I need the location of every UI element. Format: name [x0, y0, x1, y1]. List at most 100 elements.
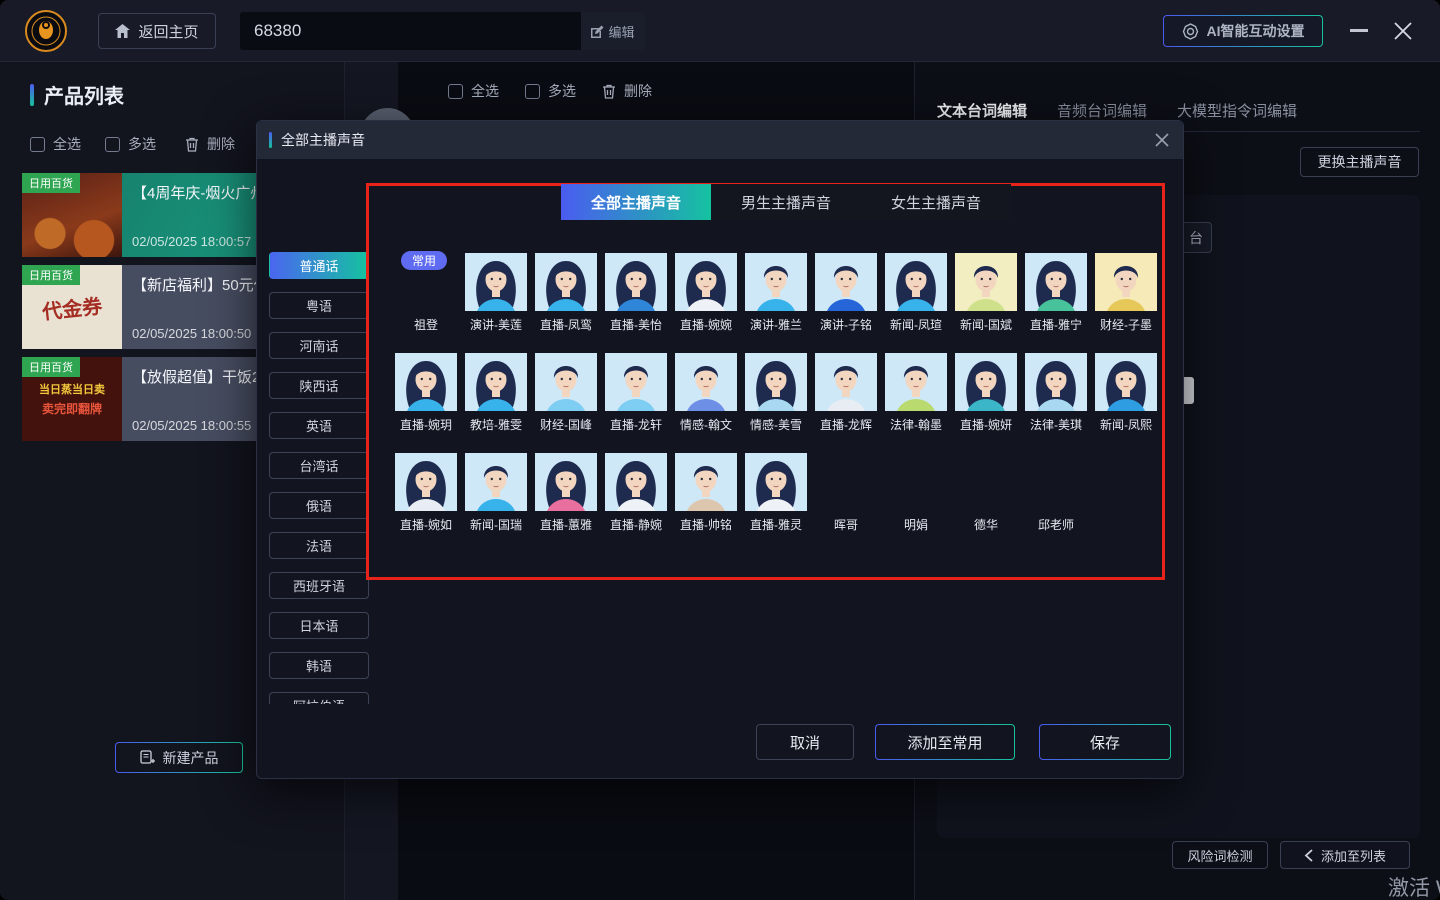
voice-item[interactable]: 邱老师 — [1023, 516, 1089, 533]
edit-button[interactable]: 编辑 — [581, 12, 645, 50]
canvas-select-all[interactable]: 全选 — [448, 81, 499, 101]
voice-item[interactable]: 直播-凤鸾 — [533, 253, 599, 333]
voice-tab-女生主播声音[interactable]: 女生主播声音 — [861, 184, 1011, 220]
voice-name: 直播-婉婉 — [673, 316, 739, 333]
voice-item[interactable]: 新闻-凤瑄 — [883, 253, 949, 333]
new-product-label: 新建产品 — [163, 748, 219, 768]
voice-name: 新闻-国瑞 — [463, 516, 529, 533]
voice-item[interactable]: 德华 — [953, 516, 1019, 533]
change-voice-label: 更换主播声音 — [1318, 152, 1402, 172]
voice-name: 直播-婉玥 — [393, 416, 459, 433]
page-title: 产品列表 — [30, 80, 124, 109]
voice-item[interactable]: 情感-翰文 — [673, 353, 739, 433]
voice-item[interactable]: 直播-静婉 — [603, 453, 669, 533]
voice-avatar — [1095, 353, 1157, 411]
voice-name: 直播-雅宁 — [1023, 316, 1089, 333]
voice-avatar — [885, 353, 947, 411]
sidebar-delete-button[interactable]: 删除 — [185, 134, 235, 154]
voice-item[interactable]: 演讲-子铭 — [813, 253, 879, 333]
change-voice-button[interactable]: 更换主播声音 — [1300, 147, 1419, 177]
tab-大模型指令词编辑[interactable]: 大模型指令词编辑 — [1177, 100, 1297, 121]
back-home-button[interactable]: 返回主页 — [98, 13, 216, 49]
voice-item[interactable]: 明娟 — [883, 516, 949, 533]
voice-item[interactable]: 直播-龙辉 — [813, 353, 879, 433]
new-product-button[interactable]: 新建产品 — [115, 742, 243, 773]
canvas-delete-button[interactable]: 删除 — [602, 81, 652, 101]
voice-name: 直播-凤鸾 — [533, 316, 599, 333]
voice-name: 直播-美怡 — [603, 316, 669, 333]
voice-item[interactable]: 新闻-凤熙 — [1093, 353, 1159, 433]
voice-avatar — [745, 453, 807, 511]
voice-item[interactable]: 新闻-国瑞 — [463, 453, 529, 533]
voice-item[interactable]: 直播-雅宁 — [1023, 253, 1089, 333]
canvas-multi-select-checkbox[interactable] — [525, 84, 540, 99]
voice-name: 财经-子墨 — [1093, 316, 1159, 333]
voice-item[interactable]: 直播-蕙雅 — [533, 453, 599, 533]
voice-item[interactable]: 直播-婉妍 — [953, 353, 1019, 433]
voice-item[interactable]: 直播-帅铭 — [673, 453, 739, 533]
voice-name: 演讲-雅兰 — [743, 316, 809, 333]
food-thumbnail: 日用百货 — [22, 173, 122, 257]
close-window-button[interactable] — [1392, 20, 1414, 42]
voice-name: 财经-国峰 — [533, 416, 599, 433]
voice-item[interactable]: 直播-龙轩 — [603, 353, 669, 433]
voice-item[interactable]: 情感-美雪 — [743, 353, 809, 433]
app-window: 返回主页 68380 编辑 AI智能互动设置 — [0, 0, 1440, 900]
voice-name: 情感-美雪 — [743, 416, 809, 433]
voice-item[interactable]: 法律-翰墨 — [883, 353, 949, 433]
risk-word-check-button[interactable]: 风险词检测 — [1172, 841, 1268, 869]
multi-select-checkbox[interactable] — [105, 137, 120, 152]
voice-avatar — [815, 253, 877, 311]
ai-interaction-settings-button[interactable]: AI智能互动设置 — [1163, 15, 1323, 47]
voice-item[interactable]: 晖哥 — [813, 516, 879, 533]
voice-avatar — [675, 353, 737, 411]
script-tabs: 文本台词编辑 音频台词编辑 大模型指令词编辑 — [937, 100, 1297, 121]
product-timestamp: 02/05/2025 18:00:50 — [132, 326, 251, 341]
sidebar-multi-select[interactable]: 多选 — [105, 134, 156, 154]
risk-word-check-label: 风险词检测 — [1187, 846, 1252, 865]
title-accent-bar — [30, 84, 34, 106]
category-badge: 日用百货 — [22, 173, 80, 193]
voice-item[interactable]: 直播-婉玥 — [393, 353, 459, 433]
voice-avatar — [535, 453, 597, 511]
voice-item[interactable]: 法律-美琪 — [1023, 353, 1089, 433]
voice-item[interactable]: 直播-婉如 — [393, 453, 459, 533]
voice-tab-男生主播声音[interactable]: 男生主播声音 — [711, 184, 861, 220]
voice-name: 直播-帅铭 — [673, 516, 739, 533]
voice-item[interactable]: 财经-国峰 — [533, 353, 599, 433]
canvas-multi-select[interactable]: 多选 — [525, 81, 576, 101]
voice-avatar — [745, 353, 807, 411]
voice-avatar — [1095, 253, 1157, 311]
voice-item[interactable]: 直播-婉婉 — [673, 253, 739, 333]
voice-avatar — [815, 353, 877, 411]
gear-icon — [1182, 23, 1199, 40]
minimize-button[interactable] — [1350, 29, 1368, 32]
voice-item[interactable]: 财经-子墨 — [1093, 253, 1159, 333]
room-id-input[interactable]: 68380 编辑 — [240, 12, 645, 50]
voice-item[interactable]: 新闻-国斌 — [953, 253, 1019, 333]
poster-thumbnail: 日用百货当日蒸当日卖卖完即翻牌 — [22, 357, 122, 441]
sidebar-select-all[interactable]: 全选 — [30, 134, 81, 154]
voice-avatar — [675, 253, 737, 311]
voice-item[interactable]: 演讲-美莲 — [463, 253, 529, 333]
add-to-list-button[interactable]: 添加至列表 — [1280, 841, 1410, 869]
voice-name: 新闻-凤瑄 — [883, 316, 949, 333]
tab-音频台词编辑[interactable]: 音频台词编辑 — [1057, 100, 1147, 121]
multi-select-label: 多选 — [128, 134, 156, 154]
select-all-checkbox[interactable] — [30, 137, 45, 152]
voice-name: 情感-翰文 — [673, 416, 739, 433]
poster-text: 卖完即翻牌 — [42, 400, 102, 417]
voice-item[interactable]: 教培-雅雯 — [463, 353, 529, 433]
voice-tab-全部主播声音[interactable]: 全部主播声音 — [561, 184, 711, 220]
voice-item[interactable]: 直播-雅灵 — [743, 453, 809, 533]
voice-avatar — [1025, 253, 1087, 311]
ai-settings-label: AI智能互动设置 — [1207, 21, 1305, 41]
voice-avatar — [605, 353, 667, 411]
canvas-select-all-checkbox[interactable] — [448, 84, 463, 99]
page-title-text: 产品列表 — [44, 80, 124, 109]
voice-item[interactable]: 直播-美怡 — [603, 253, 669, 333]
category-badge: 日用百货 — [22, 265, 80, 285]
tab-文本台词编辑[interactable]: 文本台词编辑 — [937, 100, 1027, 121]
voice-item[interactable]: 祖登 — [393, 316, 459, 333]
voice-item[interactable]: 演讲-雅兰 — [743, 253, 809, 333]
